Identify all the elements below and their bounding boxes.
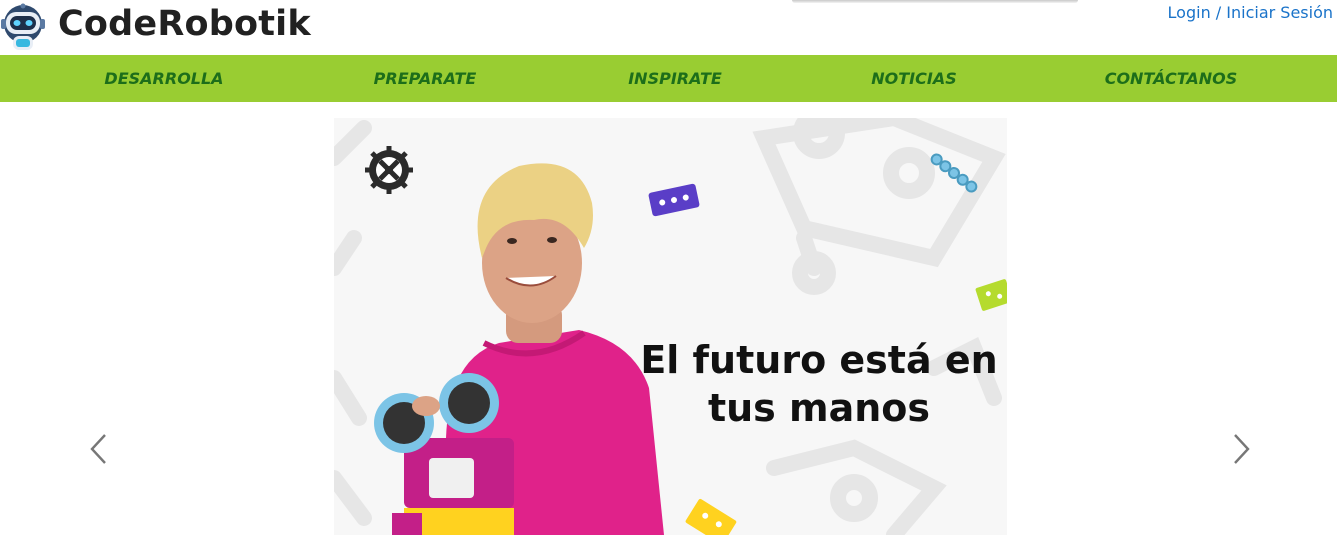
robot-logo-icon[interactable] [0, 2, 46, 54]
hero-headline: El futuro está en tus manos [624, 336, 1007, 432]
brand-name[interactable]: CodeRobotik [58, 4, 311, 44]
hero-illustration [334, 118, 1007, 535]
login-link[interactable]: Login / Iniciar Sesión [1168, 3, 1333, 22]
robot-toy [374, 373, 514, 535]
gear-icon [365, 146, 413, 194]
hero-headline-line1: El futuro está en [640, 338, 998, 382]
hero-carousel: El futuro está en tus manos [0, 118, 1337, 535]
hero-headline-line2: tus manos [707, 386, 931, 430]
search-bar-edge [792, 0, 1078, 3]
student-figure [374, 163, 664, 535]
chevron-left-icon[interactable] [87, 432, 111, 466]
nav-item-contactanos[interactable]: CONTÁCTANOS [1105, 55, 1238, 102]
main-nav: DESARROLLA PREPARATE INSPIRATE NOTICIAS … [0, 55, 1337, 102]
nav-item-noticias[interactable]: NOTICIAS [871, 55, 956, 102]
hero-slide: El futuro está en tus manos [334, 118, 1007, 535]
nav-item-preparate[interactable]: PREPARATE [374, 55, 477, 102]
site-header: CodeRobotik Login / Iniciar Sesión [0, 0, 1337, 55]
chevron-right-icon[interactable] [1229, 432, 1253, 466]
nav-item-inspirate[interactable]: INSPIRATE [628, 55, 722, 102]
nav-item-desarrolla[interactable]: DESARROLLA [104, 55, 223, 102]
